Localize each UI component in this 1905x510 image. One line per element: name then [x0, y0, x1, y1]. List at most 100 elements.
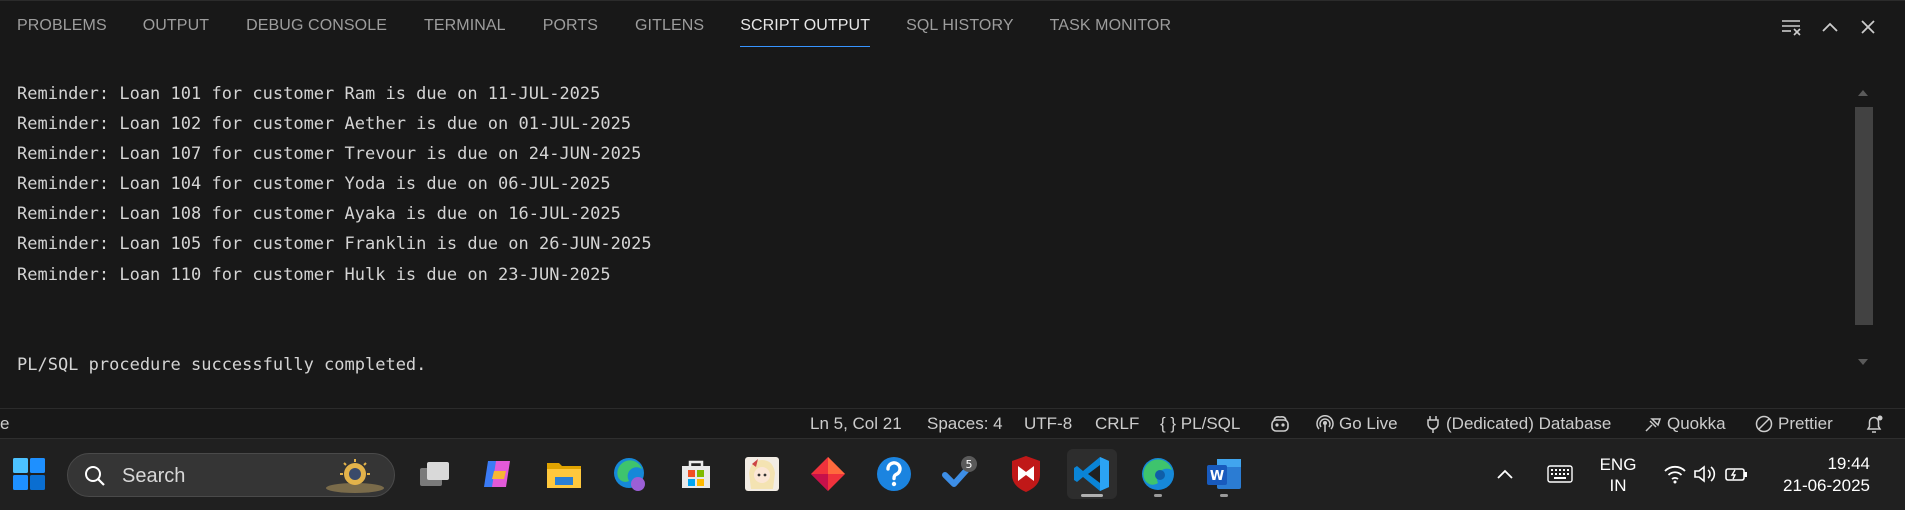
prettier-button[interactable]: Prettier — [1755, 409, 1833, 439]
quick-settings[interactable] — [1656, 449, 1756, 499]
output-line: Reminder: Loan 101 for customer Ram is d… — [17, 84, 601, 104]
status-line-ending[interactable]: CRLF — [1095, 409, 1139, 439]
status-indentation[interactable]: Spaces: 4 — [927, 409, 1003, 439]
mcafee-shield-icon — [1012, 456, 1040, 492]
avatar-app[interactable] — [737, 449, 787, 499]
folder-icon — [547, 463, 581, 488]
edge-app[interactable] — [1133, 449, 1183, 499]
prettier-label: Prettier — [1778, 414, 1833, 433]
start-button[interactable] — [4, 449, 54, 499]
language-code: ENG — [1599, 455, 1637, 474]
clock[interactable]: 19:44 21-06-2025 — [1776, 453, 1870, 496]
database-label: (Dedicated) Database — [1446, 414, 1612, 433]
tab-terminal[interactable]: TERMINAL — [424, 1, 506, 51]
todo-app[interactable]: 5 — [935, 449, 985, 499]
task-view-button[interactable] — [409, 449, 459, 499]
plug-icon — [1427, 416, 1439, 433]
status-encoding[interactable]: UTF-8 — [1024, 409, 1072, 439]
scrollbar-thumb[interactable] — [1855, 107, 1873, 325]
volume-icon — [1694, 465, 1716, 483]
input-language-indicator[interactable]: ENG IN — [1598, 454, 1638, 496]
tab-problems[interactable]: PROBLEMS — [17, 1, 107, 51]
output-line: PL/SQL procedure successfully completed. — [17, 354, 427, 375]
output-line: Reminder: Loan 107 for customer Trevour … — [17, 144, 642, 165]
windows-taskbar: Search 5 W ENG IN 19:44 21-06-2025 — [0, 438, 1905, 510]
help-app[interactable] — [869, 449, 919, 499]
file-explorer-app[interactable] — [539, 449, 589, 499]
anime-avatar-icon — [745, 457, 779, 491]
edge-icon — [1142, 458, 1174, 490]
clock-time: 19:44 — [1827, 454, 1870, 473]
tab-script-output[interactable]: SCRIPT OUTPUT — [740, 1, 870, 51]
microsoft-store-app[interactable] — [671, 449, 721, 499]
vscode-app[interactable] — [1067, 449, 1117, 499]
output-scrollbar[interactable] — [1852, 83, 1874, 371]
tab-gitlens[interactable]: GITLENS — [635, 1, 704, 51]
quokka-button[interactable]: Quokka — [1644, 409, 1726, 439]
quokka-icon — [1645, 418, 1662, 432]
running-app-indicator — [1154, 494, 1162, 497]
quokka-label: Quokka — [1667, 414, 1726, 433]
clear-output-icon[interactable] — [1777, 12, 1807, 42]
prettier-disabled-icon — [1755, 415, 1773, 433]
todo-check-icon: 5 — [942, 456, 977, 487]
output-line: Reminder: Loan 104 for customer Yoda is … — [17, 174, 611, 195]
notifications-bell-icon[interactable] — [1864, 409, 1889, 439]
edge-profile-app[interactable] — [605, 449, 655, 499]
status-bar: e Ln 5, Col 21 Spaces: 4 UTF-8 CRLF { } … — [0, 408, 1905, 438]
taskbar-search[interactable]: Search — [67, 453, 395, 497]
edge-profile-icon — [614, 458, 645, 491]
region-code: IN — [1609, 476, 1627, 495]
help-icon — [877, 457, 911, 491]
todo-badge: 5 — [966, 458, 973, 471]
status-cursor-position[interactable]: Ln 5, Col 21 — [810, 409, 902, 439]
active-app-indicator — [1081, 494, 1103, 497]
store-icon — [682, 460, 710, 488]
word-icon: W — [1207, 459, 1241, 489]
go-live-label: Go Live — [1339, 414, 1398, 433]
clock-date: 21-06-2025 — [1783, 476, 1870, 495]
tab-output[interactable]: OUTPUT — [143, 1, 209, 51]
tray-overflow-chevron-icon[interactable] — [1487, 449, 1523, 499]
tab-sql-history[interactable]: SQL HISTORY — [906, 1, 1014, 51]
tab-debug-console[interactable]: DEBUG CONSOLE — [246, 1, 387, 51]
search-highlight-icon — [326, 459, 384, 493]
wifi-icon — [1664, 465, 1686, 484]
word-app[interactable]: W — [1199, 449, 1249, 499]
scroll-up-arrow-icon[interactable] — [1856, 86, 1870, 100]
search-icon — [85, 466, 105, 486]
database-connection-status[interactable]: (Dedicated) Database — [1425, 409, 1611, 439]
git-app[interactable] — [803, 449, 853, 499]
broadcast-icon — [1316, 415, 1334, 432]
scroll-down-arrow-icon[interactable] — [1856, 355, 1870, 369]
copilot-app[interactable] — [473, 449, 523, 499]
panel-actions — [1769, 11, 1883, 43]
windows-logo-icon — [13, 458, 45, 490]
output-text: Reminder: Loan 101 for customer Ram is d… — [17, 79, 652, 380]
output-line: Reminder: Loan 102 for customer Aether i… — [17, 114, 632, 135]
copilot-status-icon[interactable] — [1269, 409, 1296, 439]
output-line: Reminder: Loan 105 for customer Franklin… — [17, 234, 652, 255]
output-line: Reminder: Loan 110 for customer Hulk is … — [17, 264, 611, 285]
search-placeholder: Search — [122, 465, 186, 487]
task-view-icon — [420, 462, 449, 486]
status-language-mode[interactable]: { } PL/SQL — [1160, 409, 1240, 439]
touch-keyboard-icon[interactable] — [1539, 449, 1581, 499]
tab-ports[interactable]: PORTS — [543, 1, 598, 51]
go-live-button[interactable]: Go Live — [1316, 409, 1398, 439]
svg-text:W: W — [1210, 469, 1224, 484]
copilot-icon — [484, 461, 510, 487]
status-left-fragment: e — [0, 414, 10, 433]
chevron-up-icon[interactable] — [1815, 12, 1845, 42]
running-app-indicator — [1220, 494, 1228, 497]
battery-charging-icon — [1725, 468, 1747, 481]
close-icon[interactable] — [1853, 12, 1883, 42]
mcafee-app[interactable] — [1001, 449, 1051, 499]
output-line: Reminder: Loan 108 for customer Ayaka is… — [17, 204, 621, 225]
panel-tab-strip: PROBLEMS OUTPUT DEBUG CONSOLE TERMINAL P… — [0, 1, 1700, 51]
script-output-panel: PROBLEMS OUTPUT DEBUG CONSOLE TERMINAL P… — [0, 0, 1905, 408]
vscode-icon — [1074, 457, 1109, 491]
tab-task-monitor[interactable]: TASK MONITOR — [1050, 1, 1172, 51]
